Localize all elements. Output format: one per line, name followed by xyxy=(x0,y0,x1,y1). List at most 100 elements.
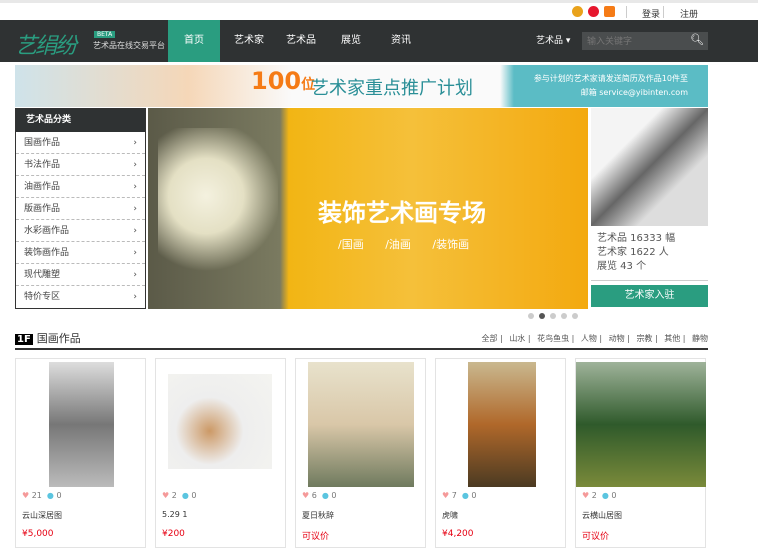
slider-dot[interactable] xyxy=(572,313,578,319)
like-count: 21 xyxy=(31,491,42,500)
comment-icon[interactable]: ● xyxy=(322,491,329,500)
category-item[interactable]: 现代雕塑 › xyxy=(16,264,145,286)
product-price: ¥5,000 xyxy=(22,529,54,539)
nav-home[interactable]: 首页 xyxy=(168,20,220,62)
comment-icon[interactable]: ● xyxy=(47,491,54,500)
category-label: 水彩画作品 xyxy=(24,226,70,236)
category-label: 装饰画作品 xyxy=(24,248,70,258)
nav-artists[interactable]: 艺术家 xyxy=(228,20,270,62)
category-title: 艺术品分类 xyxy=(16,109,145,132)
slide-tags: /国画 /油画 /装饰画 xyxy=(338,238,470,251)
weibo-icon[interactable] xyxy=(588,6,599,17)
tab-figures[interactable]: 人物 xyxy=(581,334,597,343)
nav-artworks[interactable]: 艺术品 xyxy=(280,20,322,62)
product-price: ¥200 xyxy=(162,529,185,539)
tab-landscape[interactable]: 山水 xyxy=(509,334,525,343)
chevron-right-icon: › xyxy=(133,248,137,258)
floor-title: 国画作品 xyxy=(36,332,81,345)
artwork-image xyxy=(308,362,414,487)
product-card[interactable]: ♥ 2 ● 0 5.29 1 ¥200 xyxy=(155,358,286,548)
stats-panel: 艺术品 16333 幅 艺术家 1622 人 展览 43 个 艺术家入驻 xyxy=(591,108,708,307)
category-item[interactable]: 书法作品 › xyxy=(16,154,145,176)
floor-tabs: 全部 | 山水 | 花鸟鱼虫 | 人物 | 动物 | 宗教 | 其他 | 静物 xyxy=(481,334,708,343)
tab-other[interactable]: 其他 xyxy=(664,334,680,343)
chevron-right-icon: › xyxy=(133,138,137,148)
category-label: 国画作品 xyxy=(24,138,61,148)
category-label: 特价专区 xyxy=(24,292,61,302)
tab-flowers-birds[interactable]: 花鸟鱼虫 xyxy=(537,334,569,343)
category-item[interactable]: 油画作品 › xyxy=(16,176,145,198)
category-label: 油画作品 xyxy=(24,182,61,192)
product-card[interactable]: ♥ 7 ● 0 虎啸 ¥4,200 xyxy=(435,358,566,548)
comment-icon[interactable]: ● xyxy=(182,491,189,500)
category-item[interactable]: 特价专区 › xyxy=(16,286,145,308)
slider-dot[interactable] xyxy=(539,313,545,319)
search-type-label: 艺术品 xyxy=(536,36,564,46)
search-icon[interactable]: 🔍︎ xyxy=(690,33,704,46)
category-menu: 艺术品分类 国画作品 › 书法作品 › 油画作品 › 版画作品 › 水彩画作品 › 装饰画… xyxy=(15,108,146,309)
floor-header: 1F 国画作品 全部 | 山水 | 花鸟鱼虫 | 人物 | 动物 | 宗教 | 其… xyxy=(15,330,708,350)
heart-icon[interactable]: ♥ xyxy=(442,491,449,500)
comment-count: 0 xyxy=(191,491,197,500)
product-name: 5.29 1 xyxy=(162,510,188,519)
heart-icon[interactable]: ♥ xyxy=(22,491,29,500)
category-item[interactable]: 水彩画作品 › xyxy=(16,220,145,242)
product-list: ♥ 21 ● 0 云山深居图 ¥5,000 ♥ 2 ● 0 5.29 1 ¥200 … xyxy=(15,358,706,548)
tab-still-life[interactable]: 静物 xyxy=(692,334,708,343)
slogan: 艺术品在线交易平台 xyxy=(93,41,165,50)
comment-count: 0 xyxy=(471,491,477,500)
chevron-right-icon: › xyxy=(133,182,137,192)
slider-dot[interactable] xyxy=(550,313,556,319)
register-link[interactable]: 注册 xyxy=(680,7,698,20)
alipay-icon[interactable] xyxy=(604,6,615,17)
floor-badge: 1F xyxy=(15,334,33,345)
category-item[interactable]: 装饰画作品 › xyxy=(16,242,145,264)
like-count: 2 xyxy=(171,491,177,500)
comment-count: 0 xyxy=(56,491,62,500)
product-name: 夏日秋辞 xyxy=(302,511,334,520)
search-type-select[interactable]: 艺术品 ▾ xyxy=(536,33,570,46)
product-price: ¥4,200 xyxy=(442,529,474,539)
slider-dot[interactable] xyxy=(528,313,534,319)
comment-icon[interactable]: ● xyxy=(602,491,609,500)
banner-line1: 参与计划的艺术家请发送简历及作品10件至 xyxy=(533,74,688,83)
product-card[interactable]: ♥ 2 ● 0 云横山居图 可议价 xyxy=(575,358,706,548)
comment-count: 0 xyxy=(611,491,617,500)
artist-join-button[interactable]: 艺术家入驻 xyxy=(591,285,708,307)
ink-painting-image xyxy=(591,108,708,226)
tab-animals[interactable]: 动物 xyxy=(609,334,625,343)
hero-slider[interactable]: 装饰艺术画专场 /国画 /油画 /装饰画 xyxy=(148,108,588,309)
slider-dot[interactable] xyxy=(561,313,567,319)
chevron-right-icon: › xyxy=(133,204,137,214)
login-link[interactable]: 登录 xyxy=(642,7,660,20)
qq-icon[interactable] xyxy=(572,6,583,17)
heart-icon[interactable]: ♥ xyxy=(162,491,169,500)
logo[interactable]: 艺绢纷 xyxy=(15,28,77,60)
heart-icon[interactable]: ♥ xyxy=(302,491,309,500)
banner-number: 100位 xyxy=(251,67,315,95)
product-card[interactable]: ♥ 6 ● 0 夏日秋辞 可议价 xyxy=(295,358,426,548)
main-nav: 艺绢纷 BETA 艺术品在线交易平台 首页 艺术家 艺术品 展览 资讯 艺术品 … xyxy=(0,20,758,62)
slider-dots xyxy=(528,313,578,319)
category-label: 现代雕塑 xyxy=(24,270,61,280)
chevron-right-icon: › xyxy=(133,160,137,170)
nav-news[interactable]: 资讯 xyxy=(385,20,417,62)
nav-exhibitions[interactable]: 展览 xyxy=(335,20,367,62)
stat-artists: 艺术家 1622 人 xyxy=(597,247,669,258)
heart-icon[interactable]: ♥ xyxy=(582,491,589,500)
like-count: 2 xyxy=(591,491,597,500)
category-item[interactable]: 国画作品 › xyxy=(16,132,145,154)
like-count: 7 xyxy=(451,491,457,500)
comment-icon[interactable]: ● xyxy=(462,491,469,500)
tab-all[interactable]: 全部 xyxy=(482,334,498,343)
stat-exhibitions: 展览 43 个 xyxy=(597,261,647,272)
product-card[interactable]: ♥ 21 ● 0 云山深居图 ¥5,000 xyxy=(15,358,146,548)
promo-banner[interactable]: 100位 艺术家重点推广计划 参与计划的艺术家请发送简历及作品10件至 邮箱 s… xyxy=(15,65,708,107)
product-name: 虎啸 xyxy=(442,511,458,520)
banner-line2: 邮箱 service@yibinten.com xyxy=(580,88,688,97)
artwork-image xyxy=(49,362,114,487)
caret-down-icon: ▾ xyxy=(565,36,571,46)
chevron-right-icon: › xyxy=(133,270,137,280)
category-item[interactable]: 版画作品 › xyxy=(16,198,145,220)
tab-religion[interactable]: 宗教 xyxy=(636,334,652,343)
